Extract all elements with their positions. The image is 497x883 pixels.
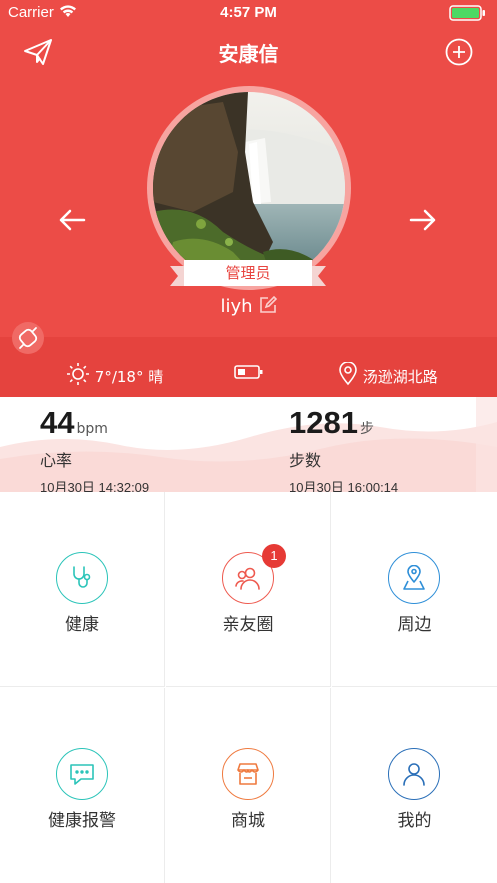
stats-panel: 44 bpm 心率 10月30日 14:32:09 1281 步 步数 10月30日…: [0, 397, 497, 492]
menu-health[interactable]: 健康: [0, 492, 165, 687]
weather: 7°/18° 晴: [66, 362, 163, 387]
location[interactable]: 汤逊湖北路: [338, 361, 438, 387]
menu-friends-label: 亲友圈: [222, 615, 274, 635]
heart-rate-label: 心率: [40, 451, 73, 470]
steps-label: 步数: [289, 451, 322, 470]
map-pin-icon: [388, 552, 440, 604]
device-battery-icon: [234, 364, 264, 380]
sun-icon: [67, 363, 89, 385]
stethoscope-icon: [56, 552, 108, 604]
steps-value: 1281: [289, 405, 358, 440]
next-member-arrow-icon[interactable]: [407, 204, 439, 236]
status-bar: Carrier 4:57 PM: [0, 0, 497, 26]
heart-rate-stat[interactable]: 44 bpm 心率 10月30日 14:32:09: [40, 405, 149, 492]
menu-nearby-label: 周边: [397, 615, 432, 635]
steps-unit: 步: [359, 421, 374, 437]
username[interactable]: liyh: [0, 295, 497, 317]
weather-text: 7°/18° 晴: [94, 368, 164, 386]
info-row: 7°/18° 晴 汤逊湖北路: [0, 360, 497, 388]
profile-header: Carrier 4:57 PM 安康信 管理员 liyh 7°/18° 晴 汤逊…: [0, 0, 497, 397]
plus-circle-icon[interactable]: [445, 38, 473, 66]
menu-store[interactable]: 商城: [166, 688, 331, 883]
clock: 4:57 PM: [220, 4, 277, 21]
user-icon: [388, 748, 440, 800]
previous-member-arrow-icon[interactable]: [56, 204, 88, 236]
battery-status-icon: [449, 5, 487, 21]
menu-friends[interactable]: 1 亲友圈: [166, 492, 331, 687]
app-title: 安康信: [218, 42, 279, 66]
menu-health-alert-label: 健康报警: [48, 811, 116, 831]
menu-health-label: 健康: [65, 615, 99, 635]
steps-stat[interactable]: 1281 步 步数 10月30日 16:00:14: [289, 405, 398, 492]
sync-button[interactable]: [12, 322, 44, 354]
menu-health-alert[interactable]: 健康报警: [0, 688, 165, 883]
steps-timestamp: 10月30日 16:00:14: [289, 480, 399, 492]
friends-badge: 1: [262, 544, 286, 568]
feature-grid: 健康 1 亲友圈 周边 健康报警 商城 我的: [0, 492, 497, 883]
heart-rate-unit: bpm: [76, 421, 108, 437]
store-icon: [222, 748, 274, 800]
menu-nearby[interactable]: 周边: [332, 492, 497, 687]
menu-mine-label: 我的: [397, 811, 432, 831]
location-text: 汤逊湖北路: [362, 368, 438, 386]
menu-mine[interactable]: 我的: [332, 688, 497, 883]
username-text: liyh: [220, 296, 253, 317]
location-pin-icon: [339, 361, 357, 386]
heart-rate-timestamp: 10月30日 14:32:09: [40, 480, 150, 492]
edit-icon[interactable]: [259, 295, 277, 314]
role-badge-label: 管理员: [225, 264, 271, 282]
heart-rate-value: 44: [40, 405, 75, 440]
chat-alert-icon: [56, 748, 108, 800]
menu-store-label: 商城: [231, 811, 265, 831]
watch-link-icon: [18, 327, 38, 349]
